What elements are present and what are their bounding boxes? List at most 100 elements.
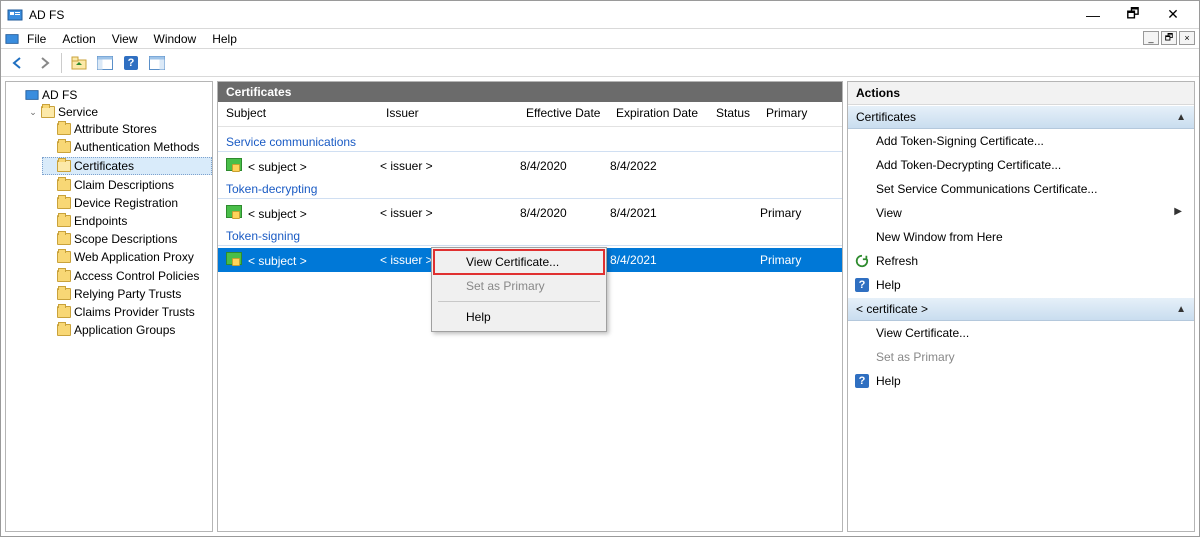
folder-icon [57,324,71,336]
expander-icon[interactable]: ⌄ [28,107,38,117]
close-button[interactable]: ✕ [1153,1,1193,29]
help-icon: ? [854,277,870,293]
group-header[interactable]: Service communications [218,131,842,151]
help-icon: ? [854,373,870,389]
action-view-certificate[interactable]: View Certificate... [848,321,1194,345]
maximize-button[interactable]: 🗗 [1113,1,1153,29]
adfs-app-icon [5,32,19,46]
expander-icon[interactable] [12,90,22,100]
actions-header: Actions [848,82,1194,105]
actions-pane: Actions Certificates ▲ Add Token-Signing… [847,81,1195,532]
folder-icon [57,251,71,263]
menu-view[interactable]: View [104,30,146,48]
show-hide-tree-button[interactable] [94,52,116,74]
tree-label: Attribute Stores [74,121,157,137]
collapse-icon: ▲ [1176,304,1186,315]
action-new-window[interactable]: New Window from Here [848,225,1194,249]
tree-label: Endpoints [74,213,127,229]
column-header-subject[interactable]: Subject [226,106,386,120]
context-menu: View Certificate... Set as Primary Help [431,247,607,332]
show-hide-action-pane-button[interactable] [146,52,168,74]
help-button[interactable]: ? [120,52,142,74]
tree-item-access-control-policies[interactable]: Access Control Policies [42,268,212,284]
action-view[interactable]: View▶ [848,201,1194,225]
folder-icon [57,215,71,227]
refresh-icon [854,253,870,269]
action-add-token-signing[interactable]: Add Token-Signing Certificate... [848,129,1194,153]
tree-item-application-groups[interactable]: Application Groups [42,322,212,338]
group-header[interactable]: Token-signing [218,225,842,245]
mdi-restore-button[interactable]: 🗗 [1161,31,1177,45]
tree-label: Claim Descriptions [74,177,174,193]
certificate-icon [226,252,242,265]
tree-item-endpoints[interactable]: Endpoints [42,213,212,229]
context-menu-view-certificate[interactable]: View Certificate... [434,250,604,274]
folder-icon [57,306,71,318]
tree-item-web-application-proxy[interactable]: Web Application Proxy [42,249,212,265]
cert-expiration: 8/4/2022 [610,159,710,173]
action-set-service-communications[interactable]: Set Service Communications Certificate..… [848,177,1194,201]
cert-subject: < subject > [248,207,307,221]
actions-section-certificate[interactable]: < certificate > ▲ [848,297,1194,321]
menu-help[interactable]: Help [204,30,245,48]
certificate-row[interactable]: < subject >< issuer >8/4/20208/4/2021Pri… [218,201,842,225]
tree-item-authentication-methods[interactable]: Authentication Methods [42,139,212,155]
cert-primary: Primary [760,253,820,267]
back-button[interactable] [7,52,29,74]
context-menu-separator [438,301,600,302]
tree-label: Web Application Proxy [74,249,194,265]
up-button[interactable] [68,52,90,74]
cert-expiration: 8/4/2021 [610,253,710,267]
tree-item-device-registration[interactable]: Device Registration [42,195,212,211]
folder-icon [41,106,55,118]
mdi-minimize-button[interactable]: _ [1143,31,1159,45]
tree-label: Application Groups [74,322,175,338]
tree-item-relying-party-trusts[interactable]: Relying Party Trusts [42,286,212,302]
tree-label: Device Registration [74,195,178,211]
folder-icon [57,160,71,172]
tree-label: Relying Party Trusts [74,286,181,302]
tree-item-scope-descriptions[interactable]: Scope Descriptions [42,231,212,247]
menu-window[interactable]: Window [146,30,205,48]
adfs-app-icon [7,7,23,23]
menu-file[interactable]: File [19,30,54,48]
tree-root-adfs[interactable]: AD FS [10,87,212,103]
cert-issuer: < issuer > [380,159,520,173]
cert-issuer: < issuer > [380,206,520,220]
window-title: AD FS [29,8,1073,22]
collapse-icon: ▲ [1176,112,1186,123]
context-menu-help[interactable]: Help [434,305,604,329]
minimize-button[interactable]: — [1073,1,1113,29]
adfs-icon [25,88,39,102]
certificate-row[interactable]: < subject >< issuer >8/4/20208/4/2022 [218,154,842,178]
action-help[interactable]: ? Help [848,273,1194,297]
toolbar-separator [61,53,62,73]
column-header-row: Subject Issuer Effective Date Expiration… [218,102,842,127]
cert-expiration: 8/4/2021 [610,206,710,220]
console-tree[interactable]: AD FS ⌄ Service Attribute Stores Authenti… [5,81,213,532]
column-header-issuer[interactable]: Issuer [386,106,526,120]
column-header-primary[interactable]: Primary [766,106,826,120]
folder-icon [57,288,71,300]
group-header[interactable]: Token-decrypting [218,178,842,198]
cert-primary: Primary [760,206,820,220]
tree-item-claims-provider-trusts[interactable]: Claims Provider Trusts [42,304,212,320]
certificate-icon [226,205,242,218]
column-header-expiration[interactable]: Expiration Date [616,106,716,120]
mdi-close-button[interactable]: × [1179,31,1195,45]
column-header-status[interactable]: Status [716,106,766,120]
folder-icon [57,179,71,191]
column-header-effective[interactable]: Effective Date [526,106,616,120]
tree-item-certificates[interactable]: Certificates [42,157,212,175]
action-refresh[interactable]: Refresh [848,249,1194,273]
tree-item-attribute-stores[interactable]: Attribute Stores [42,121,212,137]
forward-button[interactable] [33,52,55,74]
tree-item-claim-descriptions[interactable]: Claim Descriptions [42,177,212,193]
tree-service[interactable]: ⌄ Service [26,104,212,120]
cert-subject: < subject > [248,254,307,268]
menu-bar: File Action View Window Help _ 🗗 × [1,29,1199,49]
actions-section-certificates[interactable]: Certificates ▲ [848,105,1194,129]
action-add-token-decrypting[interactable]: Add Token-Decrypting Certificate... [848,153,1194,177]
action-help-2[interactable]: ? Help [848,369,1194,393]
menu-action[interactable]: Action [54,30,103,48]
